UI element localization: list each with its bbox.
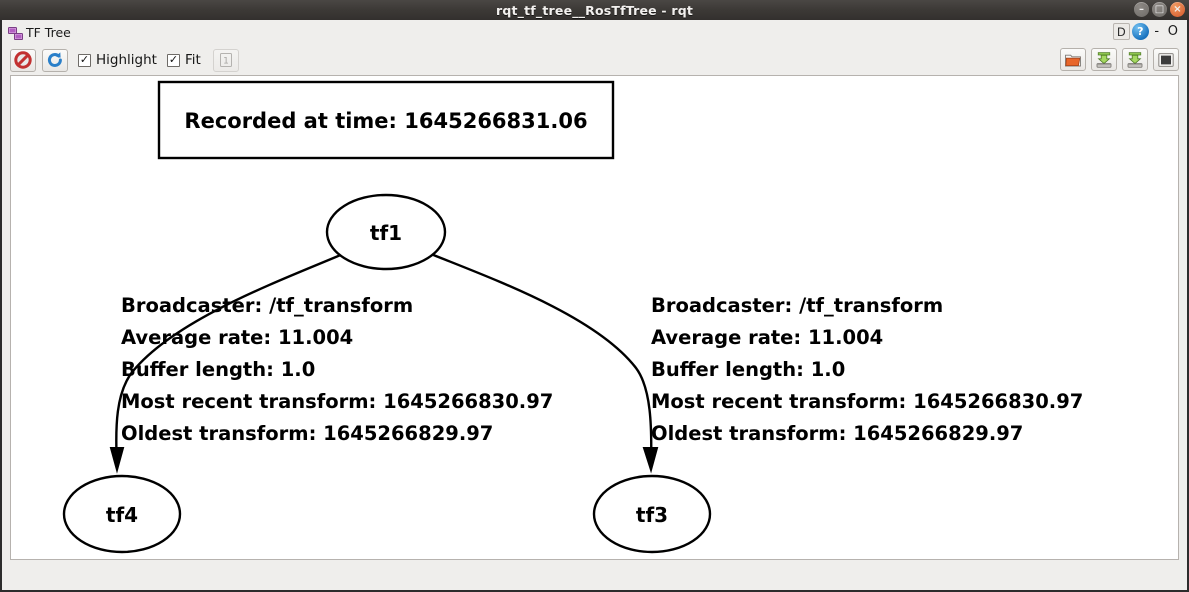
edge-label-line: Most recent transform: 1645266830.97 <box>121 390 553 413</box>
window-titlebar: rqt_tf_tree__RosTfTree - rqt – □ × <box>0 0 1189 20</box>
highlight-label: Highlight <box>96 52 157 68</box>
help-icon[interactable]: ? <box>1131 23 1149 40</box>
save-image-button[interactable] <box>1122 48 1148 71</box>
dock-close-label: O <box>1167 24 1178 39</box>
graph-node-label: tf3 <box>636 503 668 527</box>
edge-label-line: Oldest transform: 1645266829.97 <box>121 422 493 445</box>
recorded-time-box: Recorded at time: 1645266831.06 <box>157 80 615 160</box>
help-label: ? <box>1137 25 1144 38</box>
dock-float-button[interactable]: D <box>1112 23 1130 40</box>
check-icon: ✓ <box>168 53 179 66</box>
highlight-checkbox-box[interactable]: ✓ <box>78 53 91 67</box>
save-svg-button[interactable] <box>1153 48 1179 71</box>
edge-label-line: Broadcaster: /tf_transform <box>121 294 413 317</box>
edge-label-tf1-tf4: Broadcaster: /tf_transform Average rate:… <box>121 294 553 445</box>
graph-node-label: tf4 <box>106 503 138 527</box>
save-image-icon <box>1127 51 1143 68</box>
application-window: rqt_tf_tree__RosTfTree - rqt – □ × TF Tr… <box>0 0 1189 592</box>
fit-checkbox-box[interactable]: ✓ <box>166 53 180 67</box>
graph-node-label: tf1 <box>370 221 402 245</box>
fit-label: Fit <box>184 52 201 68</box>
highlight-checkbox[interactable]: ✓ Highlight <box>78 52 157 68</box>
graph-node-tf4[interactable]: tf4 <box>62 474 182 554</box>
dock-close-button[interactable]: O <box>1165 23 1181 40</box>
dock-minimize-label: - <box>1154 24 1160 39</box>
window-controls: – □ × <box>1134 2 1185 17</box>
save-dot-icon <box>1096 51 1112 68</box>
image-icon <box>1158 52 1174 67</box>
tf-graph-canvas[interactable]: Recorded at time: 1645266831.06 Broadcas… <box>10 75 1179 560</box>
dock-minimize-button[interactable]: - <box>1151 23 1163 40</box>
check-icon: ✓ <box>79 53 90 66</box>
close-icon: × <box>1173 3 1182 15</box>
pause-refresh-button[interactable] <box>10 48 36 72</box>
dock-widget-titlebar: TF Tree D ? - O <box>2 20 1187 45</box>
close-window-button[interactable]: × <box>1170 2 1185 17</box>
minimize-window-button[interactable]: – <box>1134 2 1149 17</box>
edge-label-line: Buffer length: 1.0 <box>651 358 845 381</box>
zoom-one-icon: 1 <box>219 53 232 67</box>
maximize-window-button[interactable]: □ <box>1152 2 1167 17</box>
minimize-icon: – <box>1139 3 1144 15</box>
edge-label-line: Most recent transform: 1645266830.97 <box>651 390 1083 413</box>
dock-title-label: TF Tree <box>26 25 71 40</box>
window-bottom-strip <box>2 560 1187 586</box>
dock-title-group: TF Tree <box>6 25 71 40</box>
edge-label-line: Buffer length: 1.0 <box>121 358 315 381</box>
zoom-reset-button[interactable]: 1 <box>212 48 239 72</box>
toolbar: ✓ Highlight ✓ Fit 1 <box>2 45 1187 75</box>
toolbar-right-group <box>1060 48 1179 71</box>
folder-icon <box>1065 54 1081 66</box>
dock-float-label: D <box>1116 24 1126 39</box>
edge-label-line: Broadcaster: /tf_transform <box>651 294 943 317</box>
fit-checkbox[interactable]: ✓ Fit <box>166 52 201 68</box>
tf-graph: Recorded at time: 1645266831.06 Broadcas… <box>62 80 1083 554</box>
edge-label-line: Average rate: 11.004 <box>121 326 353 349</box>
tf-tree-icon <box>8 26 24 40</box>
recorded-time-label: Recorded at time: 1645266831.06 <box>184 109 587 133</box>
svg-text:1: 1 <box>223 57 229 67</box>
maximize-icon: □ <box>1154 3 1165 15</box>
refresh-icon <box>47 52 62 67</box>
edge-label-line: Oldest transform: 1645266829.97 <box>651 422 1023 445</box>
no-entry-icon <box>14 51 32 69</box>
graph-node-tf1[interactable]: tf1 <box>325 193 447 271</box>
window-title: rqt_tf_tree__RosTfTree - rqt <box>495 2 694 18</box>
edge-label-line: Average rate: 11.004 <box>651 326 883 349</box>
save-dot-button[interactable] <box>1091 48 1117 71</box>
refresh-button[interactable] <box>42 48 68 72</box>
dock-widget-buttons: D ? - O <box>1112 23 1181 40</box>
edge-label-tf1-tf3: Broadcaster: /tf_transform Average rate:… <box>651 294 1083 445</box>
load-dot-button[interactable] <box>1060 48 1086 71</box>
graph-node-tf3[interactable]: tf3 <box>592 474 712 554</box>
